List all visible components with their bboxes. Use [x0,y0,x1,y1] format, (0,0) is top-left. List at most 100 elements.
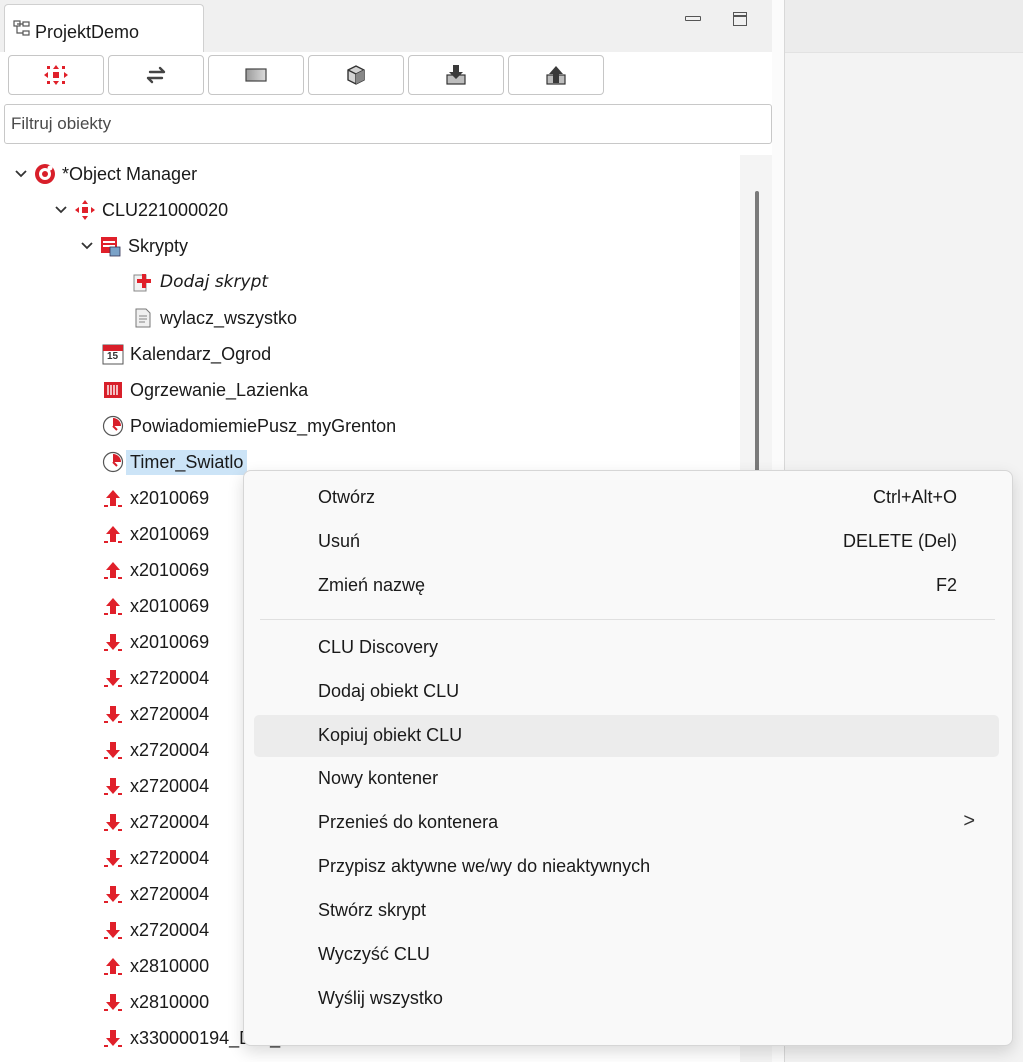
tree-item-label: x2010069 [130,631,210,652]
tree-item-io[interactable]: x2010069 [102,517,209,551]
output-arrow-up-icon [102,559,124,581]
box-icon [347,65,365,85]
menu-item-label: Stwórz skrypt [318,900,427,920]
tree-item-label: Dodaj skrypt [160,272,269,292]
tree-item-script[interactable]: wylacz_wszystko [132,301,297,335]
context-menu: Otwórz Ctrl+Alt+O Usuń DELETE (Del) Zmie… [243,470,1013,1046]
tree-item-calendar[interactable]: 15 Kalendarz_Ogrod [102,337,271,371]
tree-item-io[interactable]: x2010069 [102,553,209,587]
tree-item-add-script[interactable]: Dodaj skrypt [132,265,268,299]
tree-item-skrypty[interactable]: Skrypty [80,229,188,263]
input-arrow-down-icon [102,703,124,725]
menu-item-copy-clu[interactable]: Kopiuj obiekt CLU [254,715,999,757]
menu-item-new-container[interactable]: Nowy kontener [254,758,999,800]
clu-toolbar-button[interactable] [8,55,104,95]
tree-item-timer[interactable]: PowiadomiemiePusz_myGrenton [102,409,396,443]
scripts-folder-icon [100,235,122,257]
menu-item-label: Przypisz aktywne we/wy do nieaktywnych [318,856,651,876]
download-arrow-icon [446,65,466,85]
filter-objects-input[interactable] [4,104,772,144]
menu-item-delete[interactable]: Usuń DELETE (Del) [254,521,999,563]
menu-item-open[interactable]: Otwórz Ctrl+Alt+O [254,477,999,519]
minimize-button[interactable] [683,10,703,24]
tree-item-timer-selected[interactable]: Timer_Swiatlo [102,445,248,479]
tree-item-label: *Object Manager [62,163,198,184]
upload-toolbar-button[interactable] [508,55,604,95]
tree-item-io[interactable]: x2720004 [102,877,209,911]
tree-item-io[interactable]: x2720004 [102,733,209,767]
tree-item-io[interactable]: x2010069 [102,625,209,659]
tree-item-io[interactable]: x2010069 [102,589,209,623]
menu-item-label: Otwórz [318,487,376,507]
tree-item-io[interactable]: x2010069 [102,481,209,515]
script-file-icon [132,307,154,329]
tree-item-label: x2810000 [130,991,210,1012]
input-arrow-down-icon [102,667,124,689]
tree-item-label: x2720004 [130,883,210,904]
tab-projekt-demo[interactable]: ProjektDemo [4,4,204,52]
input-arrow-down-icon [102,883,124,905]
tab-title: ProjektDemo [35,22,140,42]
input-arrow-down-icon [102,739,124,761]
swap-arrows-icon [146,66,166,84]
swap-toolbar-button[interactable] [108,55,204,95]
tree-item-io[interactable]: x2720004 [102,841,209,875]
tree-item-label: x2010069 [130,559,210,580]
tree-item-label: x2720004 [130,775,210,796]
tree-item-io[interactable]: x2810000 [102,985,209,1019]
menu-item-label: Przenieś do kontenera [318,812,499,832]
clu-icon [44,65,68,85]
menu-item-label: Kopiuj obiekt CLU [318,725,463,745]
toolbar [0,52,772,100]
tree-item-label: x2720004 [130,703,210,724]
menu-item-label: Nowy kontener [318,768,439,788]
menu-item-label: Dodaj obiekt CLU [318,681,460,701]
tree-item-label: x2010069 [130,523,210,544]
tree-item-label: x2720004 [130,739,210,760]
tree-item-label: wylacz_wszystko [160,307,298,328]
menu-item-rename[interactable]: Zmień nazwę F2 [254,565,999,607]
menu-item-send-all[interactable]: Wyślij wszystko [254,978,999,1020]
menu-item-add-clu[interactable]: Dodaj obiekt CLU [254,671,999,713]
input-arrow-down-icon [102,775,124,797]
chevron-down-icon[interactable] [14,167,28,181]
tree-item-io[interactable]: x2720004 [102,661,209,695]
panel-icon [245,68,267,82]
menu-item-shortcut: DELETE (Del) [842,531,957,551]
menu-item-assign-io[interactable]: Przypisz aktywne we/wy do nieaktywnych [254,846,999,888]
tree-item-clu[interactable]: CLU221000020 [54,193,228,227]
scrollbar-thumb[interactable] [755,191,759,475]
output-arrow-up-icon [102,955,124,977]
tree-item-io[interactable]: x2720004 [102,805,209,839]
chevron-down-icon[interactable] [80,239,94,253]
heating-icon [102,379,124,401]
menu-item-create-script[interactable]: Stwórz skrypt [254,890,999,932]
calendar-icon: 15 [102,343,124,365]
download-toolbar-button[interactable] [408,55,504,95]
tree-item-object-manager[interactable]: *Object Manager [14,157,197,191]
panel-toolbar-button[interactable] [208,55,304,95]
tree-item-label: CLU221000020 [102,199,229,220]
tree-item-io[interactable]: x2720004 [102,697,209,731]
input-arrow-down-icon [102,1027,124,1049]
tree-item-label: Kalendarz_Ogrod [130,343,272,364]
tree-item-label: x2010069 [130,595,210,616]
tree-item-heating[interactable]: Ogrzewanie_Lazienka [102,373,308,407]
tree-item-io[interactable]: x2720004 [102,913,209,947]
menu-item-label: CLU Discovery [318,637,439,657]
tree-item-label: x2720004 [130,919,210,940]
input-arrow-down-icon [102,847,124,869]
chevron-down-icon[interactable] [54,203,68,217]
tree-item-label: x2810000 [130,955,210,976]
timer-icon [102,415,124,437]
menu-item-clear-clu[interactable]: Wyczyść CLU [254,934,999,976]
input-arrow-down-icon [102,631,124,653]
tree-item-io[interactable]: x2720004 [102,769,209,803]
tree-item-label: Skrypty [128,235,189,256]
menu-item-clu-discovery[interactable]: CLU Discovery [254,627,999,669]
output-arrow-up-icon [102,523,124,545]
menu-item-move-to-container[interactable]: Przenieś do kontenera > [254,802,999,844]
tree-item-io[interactable]: x2810000 [102,949,209,983]
box-toolbar-button[interactable] [308,55,404,95]
maximize-button[interactable] [731,9,749,27]
